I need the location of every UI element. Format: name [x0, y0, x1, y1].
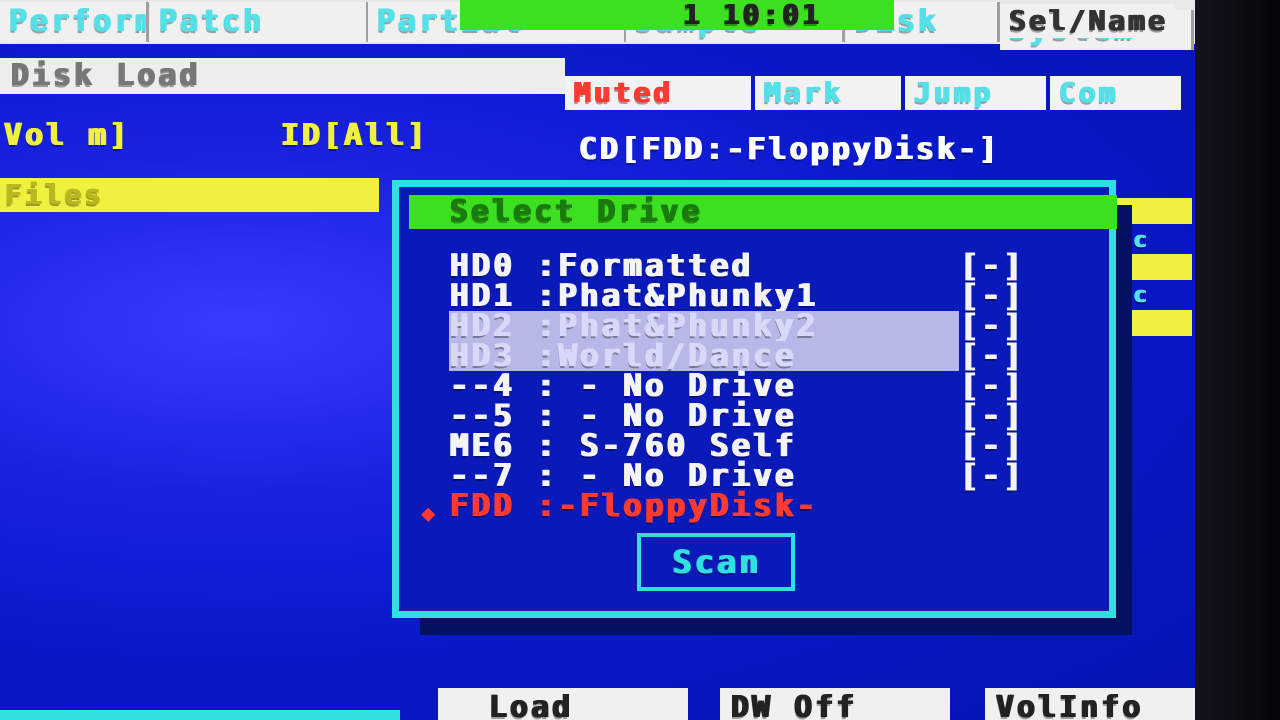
drive-label: FDD :-FloppyDisk-: [449, 488, 818, 524]
drive-item-hd0[interactable]: HD0 :Formatted [-]: [449, 248, 1024, 284]
select-drive-dialog: Select Drive HD0 :Formatted [-] HD1 :Phat…: [392, 180, 1117, 618]
com-button[interactable]: Com: [1050, 76, 1181, 110]
toolbar-row: Disk Load Muted Mark Jump Com: [0, 52, 1195, 110]
muted-label: Muted: [573, 76, 673, 109]
drive-item-4[interactable]: --4 : - No Drive [-]: [449, 368, 1024, 404]
drive-label: --5 : - No Drive: [449, 398, 796, 434]
drive-item-me6[interactable]: ME6 : S-760 Self [-]: [449, 428, 1024, 464]
drive-item-5[interactable]: --5 : - No Drive [-]: [449, 398, 1024, 434]
scan-button[interactable]: Scan: [637, 533, 795, 591]
drive-label: HD2 :Phat&Phunky2: [449, 311, 959, 342]
monitor-bezel: [1195, 0, 1280, 720]
screen: Perform Patch Partial Sample Disk System…: [0, 0, 1195, 720]
dw-off-button[interactable]: DW Off: [720, 688, 950, 720]
drive-item-hd1[interactable]: HD1 :Phat&Phunky1 [-]: [449, 278, 1024, 314]
disk-load-tab[interactable]: Disk Load: [0, 58, 565, 94]
vol-indicator: [Vol m]: [0, 118, 129, 158]
drive-label: HD1 :Phat&Phunky1: [449, 278, 818, 314]
load-button[interactable]: Load: [438, 688, 688, 720]
load-label: Load: [488, 690, 573, 720]
tab-patch[interactable]: Patch: [150, 2, 369, 42]
current-drive-marker-icon: ◆: [421, 499, 436, 527]
drive-item-hd2[interactable]: HD2 :Phat&Phunky2 [-]: [449, 308, 1024, 344]
drive-label: --7 : - No Drive: [449, 458, 796, 494]
id-indicator: ID[All]: [280, 118, 427, 158]
top-tab-bar: Perform Patch Partial Sample Disk System…: [0, 0, 1195, 50]
vol-info-button[interactable]: VolInfo: [985, 688, 1195, 720]
current-directory: CD[FDD:-FloppyDisk-]: [578, 132, 999, 172]
drive-item-7[interactable]: --7 : - No Drive [-]: [449, 458, 1024, 494]
drive-item-hd3[interactable]: HD3 :World/Dance [-]: [449, 338, 1024, 374]
drive-status: [-]: [959, 398, 1024, 434]
status-time: 1 10:01: [682, 0, 822, 31]
mark-button[interactable]: Mark: [755, 76, 901, 110]
dw-off-label: DW Off: [730, 690, 857, 720]
sel-name-button[interactable]: Sel/Name: [1000, 4, 1175, 38]
jump-button[interactable]: Jump: [905, 76, 1046, 110]
vol-info-label: VolInfo: [995, 690, 1143, 720]
sel-name-label: Sel/Name: [1008, 4, 1167, 37]
drive-label: --4 : - No Drive: [449, 368, 796, 404]
drive-label: HD3 :World/Dance: [449, 341, 959, 372]
drive-status: [-]: [959, 248, 1024, 284]
tab-label: Perform: [8, 4, 149, 39]
status-bar: 1 10:01: [460, 0, 894, 30]
cd-text: CD[FDD:-FloppyDisk-]: [578, 132, 1000, 167]
dialog-title-text: Select Drive: [449, 194, 702, 229]
vol-text: [Vol m]: [0, 118, 130, 153]
id-text: ID[All]: [280, 118, 428, 153]
drive-status: [-]: [959, 428, 1024, 464]
mark-label: Mark: [763, 76, 843, 109]
disk-load-label: Disk Load: [10, 58, 200, 93]
muted-button[interactable]: Muted: [565, 76, 751, 110]
jump-label: Jump: [913, 76, 993, 109]
drive-status: [-]: [959, 278, 1024, 314]
drive-status: [-]: [959, 368, 1024, 404]
scan-label: Scan: [671, 543, 761, 581]
bottom-cyan-field[interactable]: [0, 710, 400, 720]
drive-status: [-]: [959, 458, 1024, 494]
drive-status: [-]: [959, 338, 1024, 374]
files-header: Files: [0, 178, 379, 212]
drive-label: HD0 :Formatted: [449, 248, 753, 284]
dialog-title: Select Drive: [409, 195, 1117, 229]
drive-status: [-]: [959, 308, 1024, 344]
drive-label: ME6 : S-760 Self: [449, 428, 796, 464]
drive-item-fdd[interactable]: FDD :-FloppyDisk-: [449, 488, 959, 524]
tab-label: Patch: [158, 4, 264, 39]
files-header-label: Files: [4, 178, 104, 211]
com-label: Com: [1058, 76, 1118, 109]
tab-perform[interactable]: Perform: [0, 2, 149, 42]
